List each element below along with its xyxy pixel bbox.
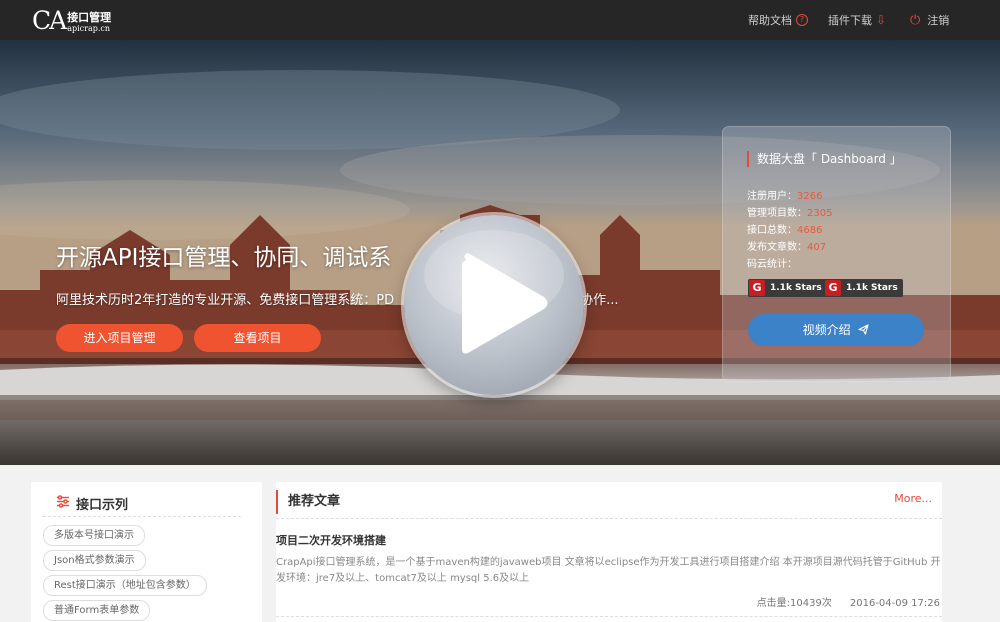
stat-gitee: 码云统计： — [747, 259, 797, 270]
divider — [276, 616, 942, 617]
enter-project-management-button[interactable]: 进入项目管理 — [56, 324, 183, 352]
badge-text: 1.1k Stars — [770, 283, 822, 293]
stat-value: 3266 — [797, 191, 823, 202]
example-tag[interactable]: Json格式参数演示 — [43, 550, 146, 571]
arrow-down-icon: ⇩ — [876, 13, 887, 27]
api-examples-card: 接口示列 多版本号接口演示 Json格式参数演示 Rest接口演示（地址包含参数… — [31, 482, 262, 622]
api-examples-title: 接口示列 — [76, 498, 129, 513]
article-clicks: 点击量:10439次 — [756, 598, 832, 609]
divider — [43, 516, 241, 517]
logout-label: 注销 — [927, 14, 950, 27]
article-date: 2016-04-09 17:26 — [849, 598, 940, 609]
recommended-title: 推荐文章 — [276, 490, 340, 514]
example-tag[interactable]: Rest接口演示（地址包含参数） — [43, 575, 207, 596]
logo-mark: CA — [32, 6, 67, 35]
gitee-icon: G — [749, 280, 765, 296]
recommended-articles-card: 推荐文章 More... 项目二次开发环境搭建 CrapApi接口管理系统，是一… — [276, 482, 942, 622]
question-circle-icon: ? — [796, 14, 808, 26]
stat-managed-projects: 管理项目数：2305 — [747, 208, 833, 219]
stat-published-articles: 发布文章数：407 — [747, 242, 827, 253]
logout-link[interactable]: ⏻ 注销 — [910, 12, 949, 28]
stat-value: 407 — [807, 242, 827, 253]
plugin-download-label: 插件下载 — [828, 14, 872, 27]
power-icon: ⏻ — [910, 12, 921, 28]
dashboard-panel: 数据大盘「 Dashboard 」 注册用户：3266 管理项目数：2305 接… — [722, 126, 951, 382]
badge-text: 1.1k Stars — [846, 283, 898, 293]
example-tag[interactable]: 普通Form表单参数 — [43, 600, 151, 621]
video-intro-label: 视频介绍 — [802, 323, 851, 337]
article-description: CrapApi接口管理系统，是一个基于maven构建的javaweb项目 文章将… — [276, 557, 941, 584]
gitee-stars-badge[interactable]: G 1.1k Stars — [824, 279, 903, 297]
hero-title: 开源API接口管理、协同、调试系 — [56, 245, 392, 271]
example-tag[interactable]: 多版本号接口演示 — [43, 525, 145, 546]
gitee-stars-badge[interactable]: G 1.1k Stars — [748, 279, 827, 297]
logo-cn: 接口管理 — [67, 11, 112, 24]
stat-total-interfaces: 接口总数：4686 — [747, 225, 823, 236]
logo-en: apicrap.cn — [67, 24, 111, 33]
more-link[interactable]: More... — [894, 492, 932, 505]
view-projects-button[interactable]: 查看项目 — [194, 324, 321, 352]
stat-value: 4686 — [797, 225, 823, 236]
hero-subtitle-tail: 协作... — [580, 293, 619, 308]
article-title[interactable]: 项目二次开发环境搭建 — [276, 532, 386, 548]
hero-subtitle-text: 阿里技术历时2年打造的专业开源、免费接口管理系统：PD — [56, 293, 395, 308]
help-docs-label: 帮助文档 — [748, 14, 792, 27]
play-video-overlay[interactable] — [404, 215, 584, 395]
plugin-download-link[interactable]: 插件下载 ⇩ — [828, 12, 886, 28]
top-navbar: CA 接口管理 apicrap.cn 帮助文档 ? 插件下载 ⇩ ⏻ 注销 — [0, 0, 1000, 40]
sliders-icon — [56, 495, 70, 512]
dashboard-title: 数据大盘「 Dashboard 」 — [747, 151, 902, 167]
paper-plane-icon — [858, 315, 870, 347]
logo[interactable]: CA 接口管理 apicrap.cn — [32, 6, 111, 34]
stat-value: 2305 — [807, 208, 833, 219]
stat-registered-users: 注册用户：3266 — [747, 191, 823, 202]
video-intro-button[interactable]: 视频介绍 — [748, 314, 924, 346]
gitee-icon: G — [825, 280, 841, 296]
help-docs-link[interactable]: 帮助文档 ? — [748, 12, 808, 28]
article-meta: 点击量:10439次 2016-04-09 17:26 — [739, 594, 940, 609]
divider — [276, 518, 942, 519]
play-icon — [424, 230, 564, 354]
